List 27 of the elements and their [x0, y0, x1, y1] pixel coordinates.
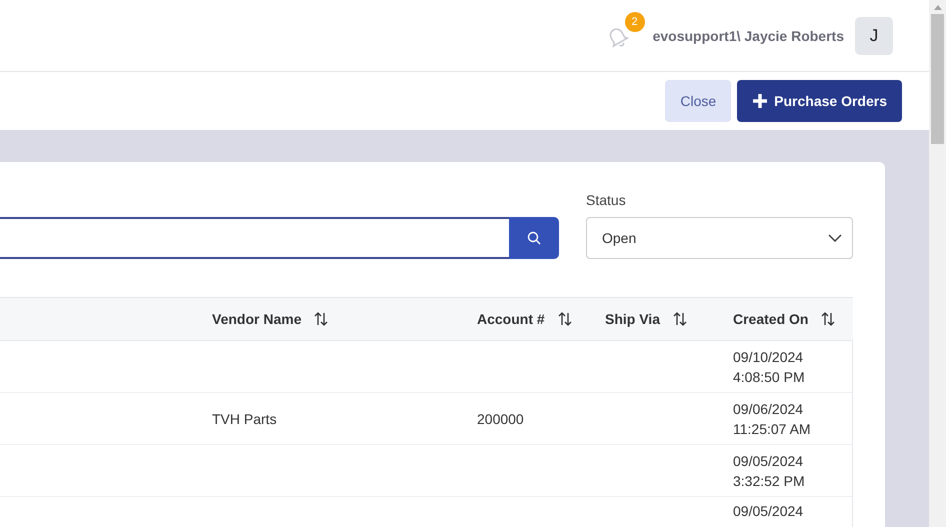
column-header[interactable]: Vendor Name [200, 297, 465, 341]
sort-icon[interactable] [672, 311, 688, 327]
search-icon [527, 231, 541, 245]
column-header[interactable]: Created On [721, 297, 853, 341]
status-label: Status [586, 192, 627, 208]
chevron-down-icon [828, 234, 842, 242]
column-header[interactable]: Ship Via [593, 297, 721, 341]
add-purchase-order-button[interactable]: Purchase Orders [737, 80, 902, 122]
notification-count: 2 [624, 12, 645, 32]
table-cell: 09/05/2024 [721, 497, 853, 527]
sort-icon[interactable] [313, 311, 330, 327]
sort-icon[interactable] [556, 311, 573, 327]
user-name: evosupport1\ Jaycie Roberts [652, 28, 844, 44]
table-cell: 09/05/2024 3:32:52 PM [721, 445, 853, 497]
search-field[interactable] [0, 217, 509, 259]
sort-icon[interactable] [820, 311, 836, 327]
column-header[interactable]: Account # [465, 297, 593, 341]
plus-icon [752, 93, 768, 109]
table-cell: 200000 [465, 393, 593, 445]
status-dropdown[interactable]: Open [586, 217, 853, 259]
table-cell: 09/10/2024 4:08:50 PM [721, 341, 853, 393]
close-button[interactable]: Close [665, 80, 732, 122]
search-button[interactable] [509, 217, 559, 259]
scrollbar-thumb[interactable] [931, 14, 944, 144]
table-cell: 09/06/2024 11:25:07 AM [721, 393, 853, 445]
user-avatar[interactable]: J [855, 16, 893, 54]
table-cell: TVH Parts [200, 393, 465, 445]
